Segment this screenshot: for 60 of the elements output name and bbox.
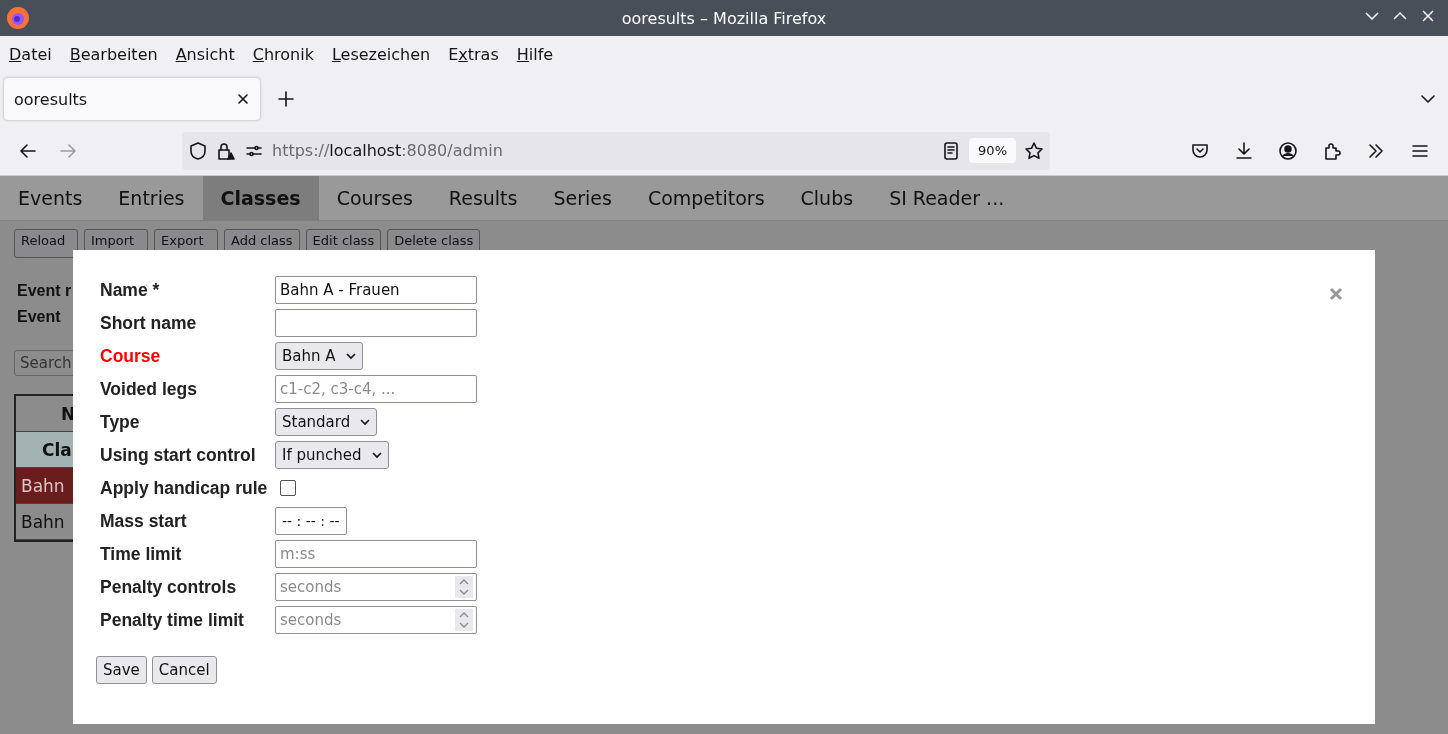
menu-item[interactable]: Ansicht bbox=[175, 44, 235, 64]
nav-tab[interactable]: Series bbox=[535, 176, 630, 220]
field-label: Course bbox=[100, 344, 162, 368]
nav-tab[interactable]: Entries bbox=[100, 176, 203, 220]
close-icon[interactable] bbox=[236, 92, 250, 106]
url-text[interactable]: https://localhost:8080/admin bbox=[272, 141, 934, 160]
spinner-icon[interactable] bbox=[455, 609, 473, 631]
text-field[interactable]: m:ss bbox=[275, 540, 477, 568]
dialog-button[interactable]: Cancel bbox=[151, 656, 217, 684]
account-icon[interactable] bbox=[1278, 140, 1298, 161]
nav-tab[interactable]: Courses bbox=[318, 176, 431, 220]
menu-item[interactable]: Datei bbox=[9, 44, 52, 64]
zoom-level[interactable]: 90% bbox=[969, 138, 1016, 163]
nav-tab[interactable]: Competitors bbox=[629, 176, 783, 220]
spinner-icon[interactable] bbox=[455, 576, 473, 598]
number-field[interactable]: seconds bbox=[275, 573, 477, 601]
nav-tab[interactable]: Clubs bbox=[782, 176, 872, 220]
event-info-label: Event r bbox=[17, 282, 72, 300]
lock-warning-icon[interactable] bbox=[216, 140, 236, 161]
field-label: Apply handicap rule bbox=[100, 476, 269, 500]
menu-item[interactable]: Extras bbox=[448, 44, 499, 64]
select-dropdown[interactable]: If punched bbox=[275, 441, 389, 469]
puzzle-icon[interactable] bbox=[1322, 140, 1342, 161]
text-field[interactable] bbox=[275, 309, 477, 337]
window-title: ooresults – Mozilla Firefox bbox=[621, 8, 827, 28]
menu-item[interactable]: Lesezeichen bbox=[331, 44, 431, 64]
event-info-label: Event bbox=[17, 308, 61, 326]
menu-item[interactable]: Chronik bbox=[252, 44, 314, 64]
field-label: Type bbox=[100, 410, 141, 434]
checkbox[interactable] bbox=[280, 480, 296, 496]
close-icon[interactable] bbox=[1420, 8, 1436, 24]
select-dropdown[interactable]: Bahn A bbox=[275, 342, 363, 370]
browser-tab[interactable]: ooresults bbox=[4, 78, 260, 120]
nav-tab[interactable]: SI Reader ... bbox=[871, 176, 1023, 220]
time-field[interactable]: -- : -- : -- bbox=[275, 507, 347, 535]
nav-tab[interactable]: Classes bbox=[202, 176, 319, 220]
field-label: Name * bbox=[100, 278, 161, 302]
field-label: Short name bbox=[100, 311, 198, 335]
number-field[interactable]: seconds bbox=[275, 606, 477, 634]
field-label: Mass start bbox=[100, 509, 188, 533]
field-label: Penalty time limit bbox=[100, 608, 245, 632]
toolbar-button[interactable]: Reload bbox=[14, 229, 78, 258]
chevron-down-icon bbox=[371, 451, 382, 459]
nav-tab[interactable]: Results bbox=[430, 176, 536, 220]
field-label: Penalty controls bbox=[100, 575, 238, 599]
menu-item[interactable]: Hilfe bbox=[516, 44, 554, 64]
browser-logo-icon bbox=[6, 6, 30, 30]
text-field[interactable]: Bahn A - Frauen bbox=[275, 276, 477, 304]
text-field[interactable]: c1-c2, c3-c4, ... bbox=[275, 375, 477, 403]
field-label: Time limit bbox=[100, 542, 183, 566]
download-icon[interactable] bbox=[1234, 140, 1254, 161]
new-tab-icon[interactable] bbox=[276, 89, 296, 109]
chevron-down-icon bbox=[345, 352, 356, 360]
chevron-down-icon bbox=[360, 418, 371, 426]
select-dropdown[interactable]: Standard bbox=[275, 408, 378, 436]
dialog-button[interactable]: Save bbox=[96, 656, 147, 684]
shield-icon[interactable] bbox=[188, 140, 208, 161]
menu-item[interactable]: Bearbeiten bbox=[69, 44, 158, 64]
nav-tab[interactable]: Events bbox=[0, 176, 101, 220]
star-icon[interactable] bbox=[1024, 140, 1044, 161]
